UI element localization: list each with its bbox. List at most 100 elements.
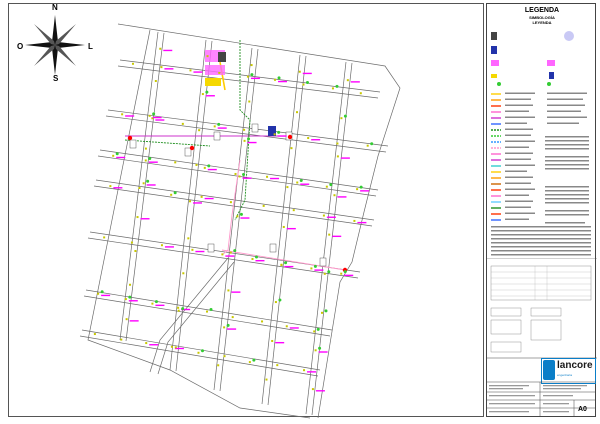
pole-label-marker [146,184,156,186]
pole-marker [276,364,279,367]
tree-marker [242,172,246,176]
pole-marker [320,311,323,314]
pole-label-marker [148,161,158,163]
pole-marker [170,193,173,196]
tree-marker [305,81,309,85]
pole-marker [296,181,299,184]
pole-label-marker [207,168,217,171]
pole-label-marker [164,246,174,248]
pole-label-marker [270,177,280,180]
tree-marker [254,255,258,259]
pole-marker [274,78,277,81]
pole-marker [353,219,356,222]
pole-marker [274,301,277,304]
pole-marker [93,333,96,336]
pole-marker [346,79,349,82]
compass-south-label: S [53,74,59,83]
pole-label-marker [164,68,174,70]
tree-marker [217,122,221,126]
pole-label-marker [275,341,285,344]
tree-marker [277,130,281,134]
pole-label-marker [129,320,139,322]
pole-marker [227,289,230,292]
pole-label-marker [128,300,138,302]
pole-marker [103,236,106,239]
pole-marker [231,316,234,319]
pole-label-marker [340,157,350,159]
tree-marker [313,264,317,268]
pole-marker [331,87,334,90]
pole-marker [340,117,343,120]
compass-north-label: N [52,3,58,12]
pole-marker [121,113,124,116]
tree-marker [316,327,320,331]
pole-marker [250,64,253,67]
pole-marker [323,272,326,275]
pole-marker [223,355,226,358]
tree-marker [233,249,237,253]
pole-label-marker [227,328,237,330]
pole-marker [236,215,239,218]
pole-label-marker [113,187,123,189]
pole-label-marker [116,156,126,159]
pole-marker [243,139,246,142]
pole-marker [97,292,100,295]
sheet-number: A0 [578,406,587,413]
tree-marker [324,309,328,313]
tree-marker [146,179,150,183]
pole-marker [303,369,306,372]
pole-label-marker [344,274,354,277]
pole-marker [130,241,133,244]
pole-marker [285,325,288,328]
pole-label-marker [193,202,203,204]
pole-label-marker [302,72,312,75]
pole-label-marker [277,135,287,137]
pole-marker [336,142,339,145]
tree-marker [299,179,303,183]
pole-label-marker [350,81,360,83]
tree-marker [115,152,119,156]
pole-marker [359,92,362,95]
tree-marker [277,76,281,80]
pole-label-marker [315,390,325,392]
pole-marker [273,133,276,136]
logo-tagline: engenharia [557,373,573,377]
pole-marker [160,244,163,247]
tree-marker [239,212,243,216]
pole-label-marker [360,190,370,192]
pole-marker [151,302,154,305]
pole-marker [217,364,220,367]
tree-marker [250,73,254,77]
pole-marker [282,225,285,228]
pole-label-marker [311,139,321,141]
pole-marker [248,100,251,103]
tree-marker [181,307,185,311]
tree-marker [247,137,251,141]
pole-marker [314,349,317,352]
pole-marker [159,47,162,50]
pole-label-marker [152,116,162,119]
pole-label-marker [289,327,299,329]
pole-marker [206,310,209,313]
pole-marker [125,318,128,321]
tree-marker [278,298,282,302]
pole-marker [213,125,216,128]
pole-marker [148,114,151,117]
pole-marker [154,80,157,83]
pole-marker [311,388,314,391]
pole-marker [131,62,134,65]
pole-marker [136,216,139,219]
pole-marker [174,346,177,349]
pole-label-marker [155,304,165,307]
pole-marker [243,128,246,131]
pole-marker [229,251,232,254]
pole-marker [189,200,192,203]
pole-marker [248,361,251,364]
tree-marker [152,112,156,116]
pole-marker [307,137,310,140]
pole-marker [246,75,249,78]
pole-label-marker [217,127,227,129]
pole-marker [198,129,201,132]
pole-label-marker [314,269,324,271]
pole-marker [195,163,198,166]
